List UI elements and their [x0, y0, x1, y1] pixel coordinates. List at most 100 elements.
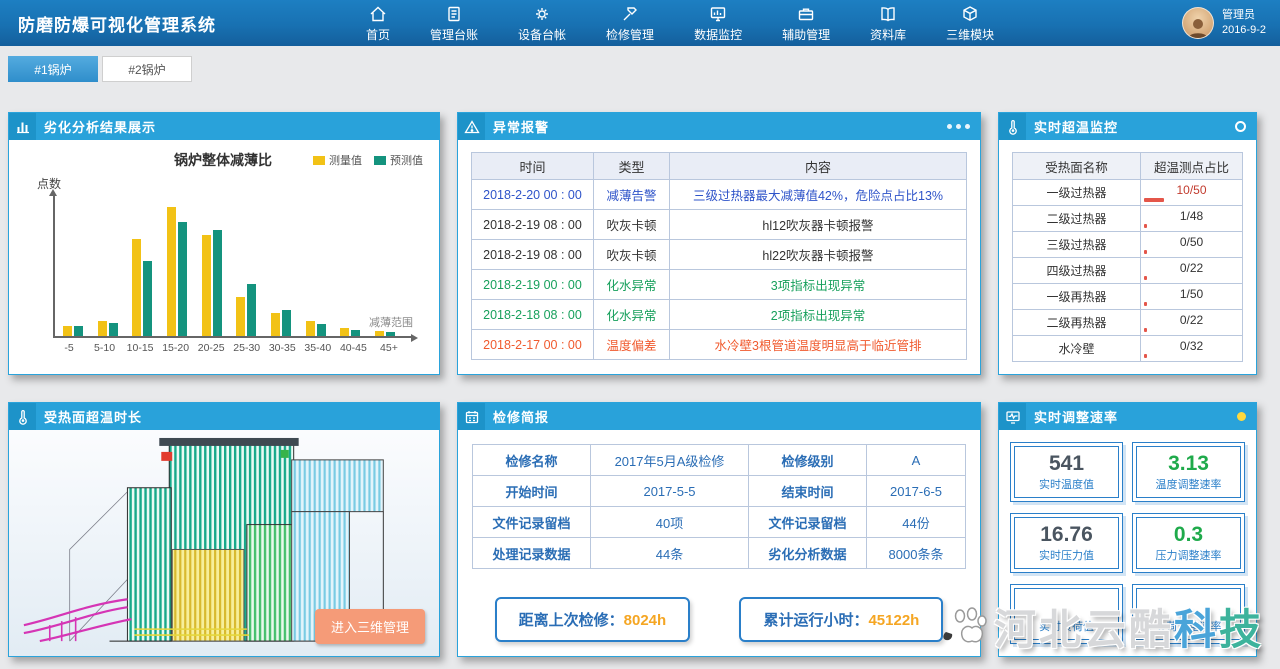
alarm-type: 温度偏差 — [594, 330, 670, 360]
bar-测量值 — [236, 297, 245, 336]
panel-header: 受热面超温时长 — [9, 403, 439, 430]
overtemp-ratio-cell: 0/32 — [1141, 336, 1243, 362]
nav-item-ledger[interactable]: 管理台账 — [430, 4, 478, 43]
bar-预测值 — [109, 323, 118, 336]
col-type: 类型 — [594, 153, 670, 180]
alarm-row[interactable]: 2018-2-18 08 : 00 化水异常 2项指标出现异常 — [472, 300, 967, 330]
x-tick-label: 15-20 — [160, 342, 192, 354]
overtemp-ratio-cell: 10/50 — [1141, 180, 1243, 206]
user-name: 管理员 — [1222, 8, 1266, 23]
card-label: 实时温度值 — [1039, 476, 1094, 492]
nav-label: 数据监控 — [694, 26, 742, 43]
dot-icon — [947, 124, 952, 129]
overtemp-row: 一级再热器 1/50 — [1013, 284, 1243, 310]
x-tick-label: 20-25 — [195, 342, 227, 354]
panel-header: 实时调整速率 — [999, 403, 1256, 430]
panel-menu-dots[interactable] — [947, 124, 970, 129]
field-label: 检修名称 — [473, 445, 591, 476]
alarm-row[interactable]: 2018-2-17 00 : 00 温度偏差 水冷壁3根管道温度明显高于临近管排 — [472, 330, 967, 360]
home-icon — [368, 4, 388, 24]
bar-预测值 — [247, 284, 256, 336]
field-label: 文件记录留档 — [473, 507, 591, 538]
alarm-row[interactable]: 2018-2-19 08 : 00 吹灰卡顿 hl22吹灰器卡顿报警 — [472, 240, 967, 270]
panel-title: 异常报警 — [493, 117, 549, 136]
library-icon — [878, 4, 898, 24]
ledger-icon — [444, 4, 464, 24]
nav-item-library[interactable]: 资料库 — [870, 4, 906, 43]
card-value: 16.76 — [1040, 523, 1093, 546]
overtemp-row: 二级再热器 0/22 — [1013, 310, 1243, 336]
field-label: 开始时间 — [473, 476, 591, 507]
enter-3d-management-button[interactable]: 进入三维管理 — [315, 609, 425, 644]
card-value: 3.13 — [1168, 452, 1209, 475]
alarm-content: hl22吹灰器卡顿报警 — [670, 240, 967, 270]
boiler-3d-view[interactable]: 进入三维管理 — [9, 430, 439, 656]
table-header-row: 受热面名称 超温测点占比 — [1013, 153, 1243, 180]
alarm-row[interactable]: 2018-2-19 00 : 00 化水异常 3项指标出现异常 — [472, 270, 967, 300]
field-value: 40项 — [591, 507, 749, 538]
nav-label: 资料库 — [870, 26, 906, 43]
since-last-maintenance-button[interactable]: 距离上次检修：8024h — [495, 597, 691, 642]
bar-测量值 — [340, 328, 349, 336]
card-realtime-load: 实时负荷值 — [1010, 584, 1123, 644]
field-value: 8000条条 — [867, 538, 966, 569]
user-profile[interactable]: 管理员 2016-9-2 — [1182, 7, 1266, 39]
panel-degradation-analysis: 劣化分析结果展示 锅炉整体减薄比 测量值 预测值 点数 减薄范围 -55-101… — [8, 112, 440, 375]
boiler-tabs: #1锅炉 #2锅炉 — [0, 46, 1280, 86]
bar-group — [63, 194, 83, 336]
dot-icon — [965, 124, 970, 129]
panel-title: 实时超温监控 — [1034, 117, 1118, 136]
bar-预测值 — [74, 326, 83, 336]
nav-item-home[interactable]: 首页 — [366, 4, 390, 43]
panel-title: 检修简报 — [493, 407, 549, 426]
data-monitor-icon — [708, 4, 728, 24]
alarm-type: 化水异常 — [594, 300, 670, 330]
chart-legend: 测量值 预测值 — [313, 152, 423, 168]
nav-item-auxiliary[interactable]: 辅助管理 — [782, 4, 830, 43]
alarm-row[interactable]: 2018-2-19 08 : 00 吹灰卡顿 hl12吹灰器卡顿报警 — [472, 210, 967, 240]
alarm-row[interactable]: 2018-2-20 00 : 00 减薄告警 三级过热器最大减薄值42%，危险点… — [472, 180, 967, 210]
panel-header: 检修简报 — [458, 403, 980, 430]
bar-测量值 — [132, 239, 141, 336]
nav-item-repair[interactable]: 检修管理 — [606, 4, 654, 43]
overtemp-bar — [1144, 328, 1147, 332]
plot-wrap: 点数 减薄范围 — [53, 194, 413, 338]
bar-预测值 — [386, 332, 395, 336]
dashboard-grid: 劣化分析结果展示 锅炉整体减薄比 测量值 预测值 点数 减薄范围 -55-101… — [0, 86, 1280, 657]
nav-item-3d-module[interactable]: 三维模块 — [946, 4, 994, 43]
overtemp-row: 二级过热器 1/48 — [1013, 206, 1243, 232]
nav-label: 辅助管理 — [782, 26, 830, 43]
maintenance-row: 处理记录数据 44条 劣化分析数据 8000条条 — [473, 538, 966, 569]
overtemp-ratio-cell: 0/50 — [1141, 232, 1243, 258]
overtemp-ratio: 0/32 — [1141, 339, 1242, 353]
overtemp-table: 受热面名称 超温测点占比 一级过热器 10/50 二级过热器 1/48 — [1012, 152, 1243, 362]
overtemp-ratio: 1/50 — [1141, 287, 1242, 301]
panel-overtemp-monitor: 实时超温监控 受热面名称 超温测点占比 一级过热器 10/50 — [998, 112, 1257, 375]
overtemp-row: 水冷壁 0/32 — [1013, 336, 1243, 362]
bar-group — [132, 194, 152, 336]
panel-header: 异常报警 — [458, 113, 980, 140]
alarm-time: 2018-2-18 08 : 00 — [472, 300, 594, 330]
record-indicator-icon — [1235, 121, 1246, 132]
tab-boiler-1[interactable]: #1锅炉 — [8, 56, 98, 82]
button-label: 累计运行小时： — [763, 612, 868, 629]
alarm-time: 2018-2-17 00 : 00 — [472, 330, 594, 360]
field-value: 2017-6-5 — [867, 476, 966, 507]
overtemp-bar — [1144, 276, 1147, 280]
surface-name: 二级过热器 — [1013, 206, 1141, 232]
bar-测量值 — [98, 321, 107, 336]
overtemp-row: 三级过热器 0/50 — [1013, 232, 1243, 258]
button-label: 距离上次检修： — [519, 612, 624, 629]
bar-预测值 — [317, 324, 326, 336]
nav-item-equipment[interactable]: 设备台帐 — [518, 4, 566, 43]
alarm-type: 减薄告警 — [594, 180, 670, 210]
calendar-icon — [458, 403, 485, 430]
panel-title: 受热面超温时长 — [44, 407, 142, 426]
total-running-hours-button[interactable]: 累计运行小时：45122h — [739, 597, 943, 642]
panel-title: 实时调整速率 — [1034, 407, 1118, 426]
alarm-type: 吹灰卡顿 — [594, 210, 670, 240]
tab-boiler-2[interactable]: #2锅炉 — [102, 56, 192, 82]
panel-title: 劣化分析结果展示 — [44, 117, 156, 136]
nav-item-data-monitor[interactable]: 数据监控 — [694, 4, 742, 43]
maintenance-row: 文件记录留档 40项 文件记录留档 44份 — [473, 507, 966, 538]
